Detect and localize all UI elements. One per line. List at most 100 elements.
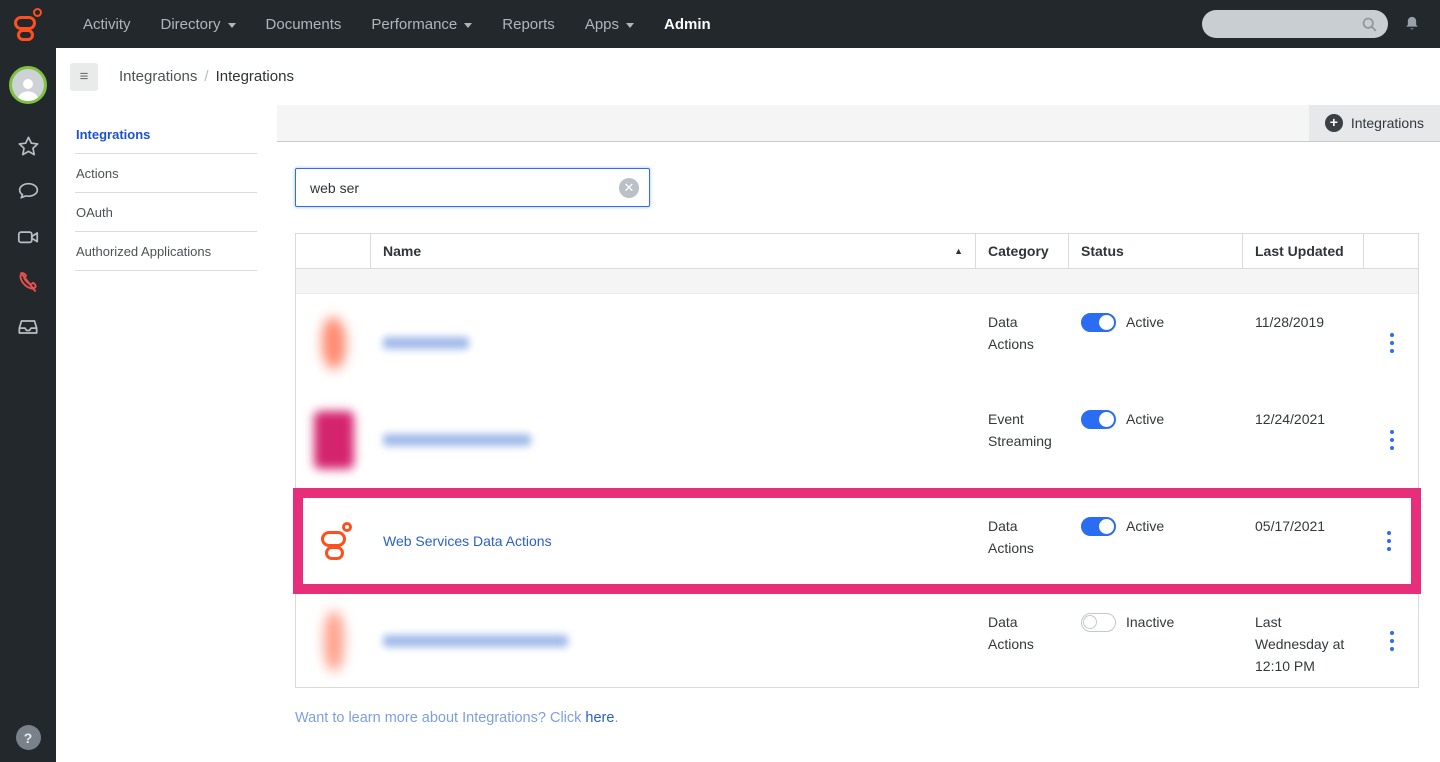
sidebar-item-label: Actions [76, 166, 119, 181]
nav-label: Admin [664, 16, 711, 33]
help-button[interactable]: ? [16, 725, 41, 750]
category-cell: Event Streaming [976, 391, 1069, 488]
header-category[interactable]: Category [976, 234, 1069, 268]
header-actions-column [1364, 234, 1420, 268]
toggle-knob [1099, 519, 1114, 534]
table-row[interactable]: Data Actions Inactive Last Wednesday at … [296, 594, 1418, 687]
breadcrumb-bar: ≡ Integrations/Integrations [56, 48, 1440, 105]
chat-bubble-icon [16, 179, 41, 204]
chevron-down-icon [228, 23, 236, 28]
sidebar-item-authorized-applications[interactable]: Authorized Applications [75, 232, 257, 271]
page-toolbar: + Integrations [277, 105, 1440, 142]
status-label: Active [1126, 408, 1164, 430]
nav-menu: Activity Directory Documents Performance… [68, 0, 726, 48]
table-row-highlighted[interactable]: Web Services Data Actions Data Actions A… [293, 488, 1421, 594]
header-name[interactable]: Name▲ [371, 234, 976, 268]
add-integration-label: Integrations [1351, 115, 1424, 131]
redacted-integration-name[interactable] [383, 434, 531, 446]
global-search-box[interactable] [1202, 10, 1388, 38]
header-status[interactable]: Status [1069, 234, 1243, 268]
integration-name-link[interactable]: Web Services Data Actions [383, 533, 552, 549]
breadcrumb-parent[interactable]: Integrations [119, 68, 197, 85]
breadcrumb: Integrations/Integrations [119, 68, 294, 85]
redacted-integration-name[interactable] [383, 337, 469, 349]
learn-more-period: . [614, 710, 618, 726]
nav-item-documents[interactable]: Documents [251, 0, 357, 48]
sidebar-item-label: Integrations [76, 127, 150, 142]
integrations-page: + Integrations ✕ Name▲ Category Status L… [277, 105, 1440, 762]
search-icon [1361, 16, 1378, 33]
last-updated-cell: 05/17/2021 [1243, 498, 1364, 584]
sidebar-item-actions[interactable]: Actions [75, 154, 257, 193]
kebab-menu-icon[interactable] [1383, 527, 1395, 555]
nav-item-directory[interactable]: Directory [146, 0, 251, 48]
row-actions-cell [1364, 391, 1420, 488]
last-updated-cell: Last Wednesday at 12:10 PM [1243, 594, 1364, 687]
integrations-search-input[interactable] [296, 180, 619, 196]
nav-item-activity[interactable]: Activity [68, 0, 146, 48]
last-updated-cell: 11/28/2019 [1243, 294, 1364, 391]
chat-button[interactable] [0, 169, 56, 214]
toggle-knob [1099, 412, 1114, 427]
sidebar-item-label: Authorized Applications [76, 244, 211, 259]
notifications-button[interactable] [1402, 13, 1422, 35]
video-button[interactable] [0, 214, 56, 259]
favorites-button[interactable] [0, 124, 56, 169]
add-integration-button[interactable]: + Integrations [1309, 105, 1440, 141]
video-camera-icon [15, 224, 41, 250]
header-last-updated[interactable]: Last Updated [1243, 234, 1364, 268]
redacted-integration-name[interactable] [383, 635, 568, 647]
integration-name-cell: Web Services Data Actions [371, 498, 976, 584]
person-icon [14, 75, 42, 101]
table-spacer-band [296, 269, 1418, 294]
learn-more-note: Want to learn more about Integrations? C… [295, 710, 1440, 726]
inbox-button[interactable] [0, 304, 56, 349]
learn-more-text: Want to learn more about Integrations? C… [295, 710, 581, 726]
toggle-knob [1083, 615, 1097, 629]
hamburger-icon: ≡ [80, 68, 89, 85]
last-updated-cell: 12/24/2021 [1243, 391, 1364, 488]
learn-more-link[interactable]: here [585, 710, 614, 726]
nav-item-reports[interactable]: Reports [487, 0, 570, 48]
sidebar-item-label: OAuth [76, 205, 113, 220]
status-cell: Active [1069, 391, 1243, 488]
row-actions-cell [1364, 498, 1413, 584]
status-toggle[interactable] [1081, 517, 1116, 536]
nav-item-apps[interactable]: Apps [570, 0, 649, 48]
sidebar-item-oauth[interactable]: OAuth [75, 193, 257, 232]
status-toggle[interactable] [1081, 410, 1116, 429]
nav-item-admin[interactable]: Admin [649, 0, 726, 48]
kebab-menu-icon[interactable] [1386, 426, 1398, 454]
status-toggle[interactable] [1081, 613, 1116, 632]
category-cell: Data Actions [976, 498, 1069, 584]
toggle-knob [1099, 315, 1114, 330]
kebab-menu-icon[interactable] [1386, 329, 1398, 357]
phone-disabled-button[interactable] [0, 259, 56, 304]
chevron-down-icon [626, 23, 634, 28]
header-label: Category [988, 243, 1049, 259]
row-actions-cell [1364, 294, 1420, 391]
breadcrumb-separator: / [204, 68, 208, 85]
integration-icon-cell [296, 594, 371, 687]
nav-item-performance[interactable]: Performance [356, 0, 487, 48]
integrations-table: Name▲ Category Status Last Updated Data … [295, 233, 1419, 688]
nav-label: Apps [585, 16, 619, 33]
admin-sidebar-menu: Integrations Actions OAuth Authorized Ap… [56, 105, 277, 762]
table-header-row: Name▲ Category Status Last Updated [296, 234, 1418, 269]
user-avatar[interactable] [9, 66, 47, 104]
question-mark-icon: ? [24, 730, 33, 746]
status-cell: Active [1069, 294, 1243, 391]
integration-icon-cell [296, 391, 371, 488]
genesys-logo-icon [13, 8, 43, 41]
clear-search-button[interactable]: ✕ [619, 178, 639, 198]
kebab-menu-icon[interactable] [1386, 627, 1398, 655]
collapse-menu-button[interactable]: ≡ [70, 63, 98, 91]
genesys-logo[interactable] [0, 0, 56, 48]
nav-label: Documents [266, 16, 342, 33]
sort-asc-icon[interactable]: ▲ [954, 246, 963, 256]
global-search-input[interactable] [1216, 17, 1361, 32]
status-toggle[interactable] [1081, 313, 1116, 332]
sidebar-item-integrations[interactable]: Integrations [75, 115, 257, 154]
table-row[interactable]: Data Actions Active 11/28/2019 [296, 294, 1418, 391]
table-row[interactable]: Event Streaming Active 12/24/2021 [296, 391, 1418, 488]
